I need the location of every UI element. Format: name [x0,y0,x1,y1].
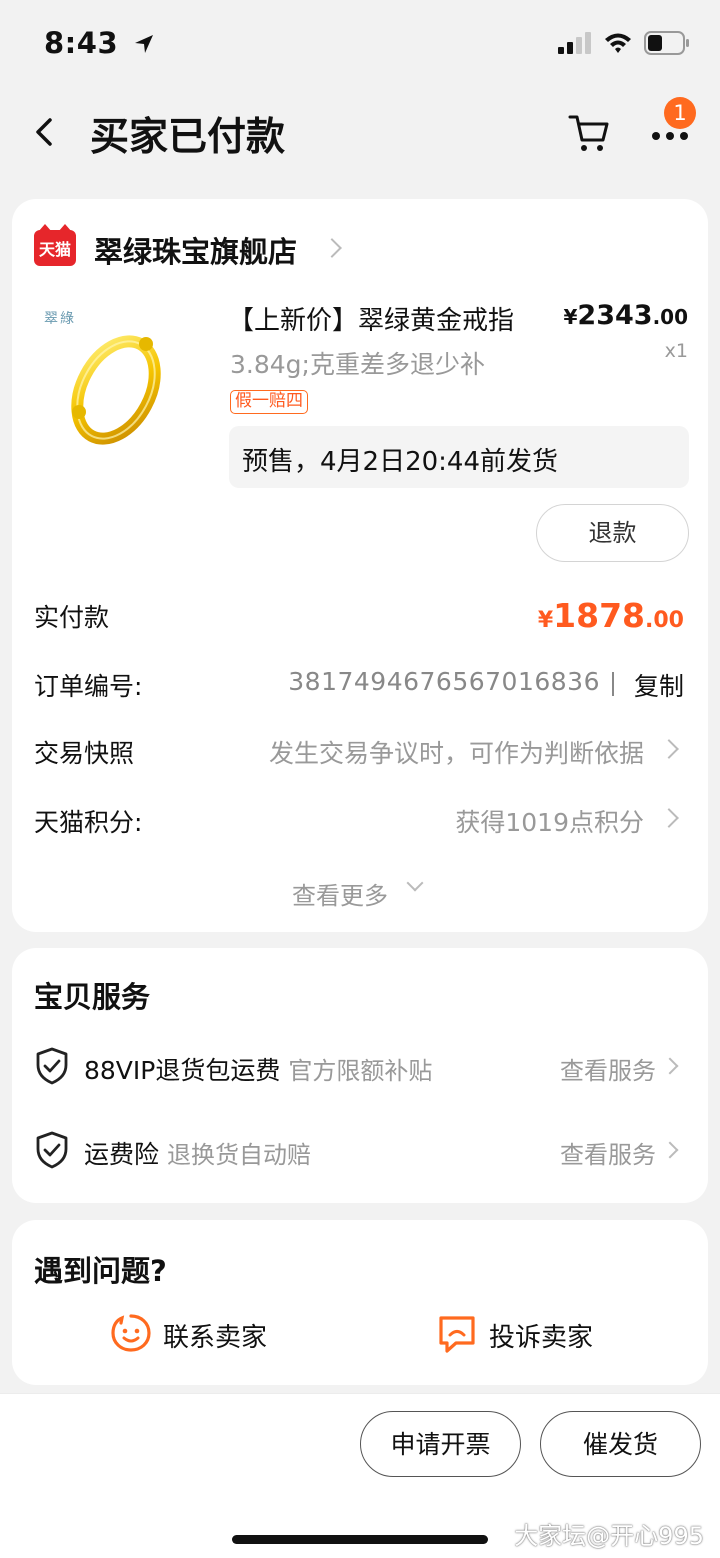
message-badge: 1 [664,97,696,129]
snapshot-label: 交易快照 [34,739,135,768]
presale-notice: 预售，4月2日20:44前发货 [229,426,689,488]
service-88vip[interactable]: 88VIP退货包运费 官方限额补贴 [84,1051,432,1087]
watermark: 大家坛@开心995 [514,1522,704,1550]
status-time-text: 8:43 [44,26,119,60]
product-price: ¥2343.00 [563,300,688,331]
tmall-logo: 天猫 [34,224,76,266]
home-indicator[interactable] [232,1535,488,1544]
location-arrow-icon [134,35,153,53]
price-integer: 2343 [577,300,653,331]
battery-icon [644,31,689,55]
page-title: 买家已付款 [90,115,286,160]
cart-icon[interactable] [568,112,610,154]
paid-decimal: .00 [645,608,684,633]
smiley-chat-icon[interactable] [110,1313,152,1355]
service-shipping-insurance-link[interactable]: 查看服务 [560,1135,656,1170]
points-label: 天猫积分: [34,808,143,837]
price-currency: ¥ [563,305,578,329]
paid-integer: 1878 [553,596,646,635]
service-88vip-desc: 官方限额补贴 [288,1057,433,1085]
shield-check-icon [36,1047,68,1085]
order-number-label: 订单编号: [34,672,143,701]
complaint-chat-icon[interactable] [436,1313,478,1355]
paid-amount: ¥1878.00 [538,596,684,635]
paid-currency: ¥ [537,608,554,633]
brand-mark: 翠綠 [44,311,76,327]
refund-button[interactable]: 退款 [536,504,689,562]
apply-invoice-button[interactable]: 申请开票 [360,1411,521,1477]
help-title: 遇到问题? [34,1254,167,1288]
service-88vip-name: 88VIP退货包运费 [84,1056,281,1085]
wifi-icon [605,33,631,53]
order-number: 3817494676567016836 [288,667,600,696]
service-88vip-link[interactable]: 查看服务 [560,1051,656,1086]
product-title[interactable]: 【上新价】翠绿黄金戒指 [228,300,548,337]
presale-text: 预售，4月2日20:44前发货 [242,447,559,477]
snapshot-value[interactable]: 发生交易争议时，可作为判断依据 [269,734,644,770]
shop-name[interactable]: 翠绿珠宝旗舰店 [94,229,297,271]
guarantee-tag: 假一赔四 [230,390,308,414]
services-title: 宝贝服务 [34,980,151,1014]
product-quantity: x1 [664,340,688,362]
back-arrow-icon[interactable] [30,112,60,152]
paid-label: 实付款 [34,603,110,632]
points-value[interactable]: 获得1019点积分 [455,803,644,839]
complain-seller-label[interactable]: 投诉卖家 [489,1317,593,1354]
contact-seller-label[interactable]: 联系卖家 [163,1317,267,1354]
price-decimal: .00 [652,305,688,329]
copy-button[interactable]: 复制 [634,667,684,703]
see-more-link[interactable]: 查看更多 [292,876,388,911]
service-shipping-insurance-desc: 退换货自动赔 [166,1141,311,1169]
divider [612,672,614,696]
shield-check-icon [36,1131,68,1169]
help-card [12,1220,708,1385]
urge-shipping-button[interactable]: 催发货 [540,1411,701,1477]
signal-icon [558,32,591,54]
status-time: 8:43 [44,26,155,60]
status-icons [558,30,690,56]
service-shipping-insurance[interactable]: 运费险 退换货自动赔 [84,1135,311,1171]
product-spec: 3.84g;克重差多退少补 [230,350,485,379]
service-shipping-insurance-name: 运费险 [84,1140,160,1169]
